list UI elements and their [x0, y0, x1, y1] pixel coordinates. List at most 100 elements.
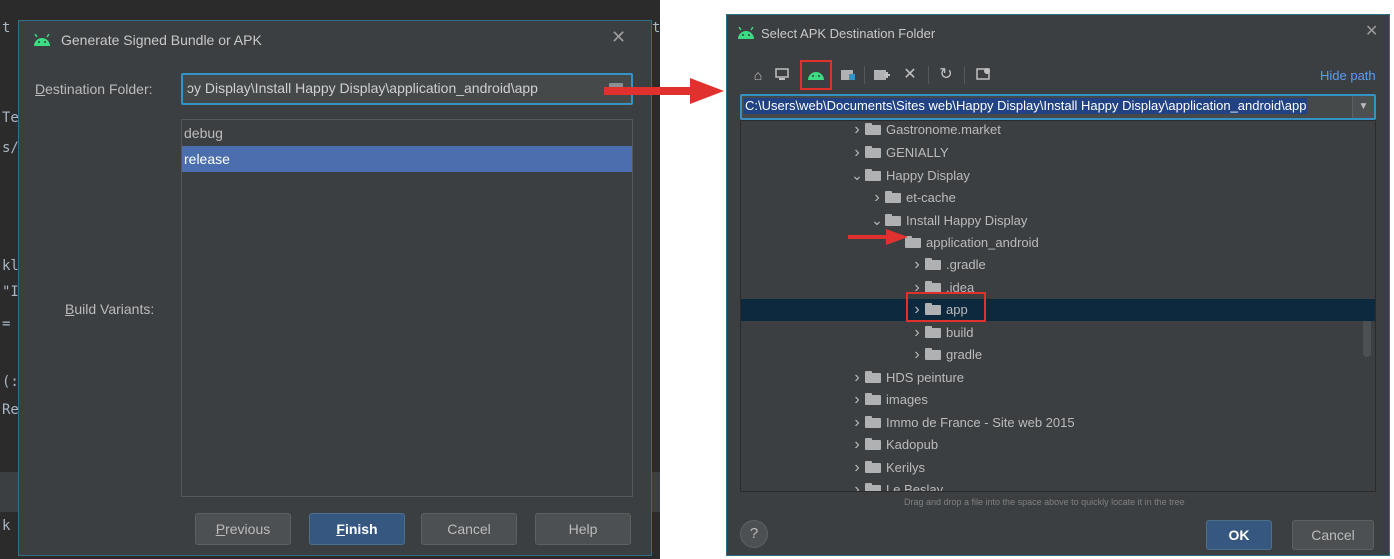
tree-item-label: Install Happy Display [906, 213, 1028, 228]
cancel-button[interactable]: Cancel [421, 513, 517, 545]
code-fragment: (: [2, 374, 19, 390]
chevron-right-icon[interactable]: › [869, 187, 885, 209]
previous-button[interactable]: Previous [195, 513, 291, 545]
chevron-right-icon[interactable]: › [909, 254, 925, 276]
tree-item-label: .gradle [946, 257, 986, 272]
chevron-right-icon[interactable]: › [849, 142, 865, 164]
destination-folder-label: Destination Folder: [35, 81, 153, 97]
dialog-title: Select APK Destination Folder [761, 25, 936, 41]
folder-icon [865, 123, 881, 135]
tree-item-label: application_android [926, 234, 1039, 250]
button-label: inish [344, 521, 378, 537]
tree-row[interactable]: application_android [741, 232, 1375, 254]
mnemonic-key: P [215, 521, 226, 537]
tree-item-label: Gastronome.market [886, 122, 1001, 137]
tree-item-label: gradle [946, 347, 983, 362]
close-icon[interactable]: ✕ [1365, 21, 1378, 41]
tree-row[interactable]: › build [741, 322, 1375, 344]
path-field[interactable]: C:\Users\web\Documents\Sites web\Happy D… [740, 94, 1376, 120]
tree-row[interactable]: › Immo de France - Site web 2015 [741, 412, 1375, 434]
tree-row[interactable]: › .idea [741, 277, 1375, 299]
tree-row[interactable]: › app [741, 299, 1375, 321]
tree-row[interactable]: › Kerilys [741, 457, 1375, 479]
toolbar-separator [864, 66, 865, 84]
tree-item-label: Kerilys [886, 459, 926, 475]
label-text: estination Folder: [45, 81, 153, 97]
close-icon[interactable]: ✕ [611, 27, 626, 48]
annotation-box [906, 292, 986, 322]
annotation-arrow-icon [604, 78, 724, 104]
chevron-right-icon[interactable]: › [849, 457, 865, 479]
code-fragment: t [652, 20, 660, 36]
refresh-icon[interactable]: ↻ [936, 66, 956, 84]
desktop-icon[interactable] [772, 66, 792, 84]
chevron-right-icon[interactable]: › [909, 344, 925, 366]
code-fragment: k [2, 518, 11, 534]
folder-icon [865, 145, 881, 158]
folder-icon [865, 460, 881, 473]
tree-item-label: Kadopub [886, 437, 939, 452]
folder-icon [885, 190, 901, 203]
folder-icon [865, 438, 881, 450]
label-text: uild Variants: [74, 301, 155, 317]
destination-folder-value: ɔy Display\Install Happy Display\applica… [187, 80, 538, 96]
android-icon [33, 34, 51, 46]
dialog-titlebar: Generate Signed Bundle or APK ✕ [19, 21, 651, 59]
tree-row[interactable]: › et-cache [741, 187, 1375, 209]
tree-item-label: build [946, 324, 974, 340]
tree-row[interactable]: › HDS peinture [741, 367, 1375, 389]
destination-folder-field[interactable]: ɔy Display\Install Happy Display\applica… [181, 73, 633, 105]
chevron-right-icon[interactable]: › [909, 322, 925, 344]
help-button[interactable]: Help [535, 513, 631, 545]
folder-icon [865, 415, 881, 428]
ok-button[interactable]: OK [1206, 520, 1272, 550]
tree-row[interactable]: › images [741, 389, 1375, 411]
chevron-right-icon[interactable]: › [849, 434, 865, 456]
drag-drop-hint: Drag and drop a file into the space abov… [904, 497, 1185, 507]
chevron-right-icon[interactable]: › [849, 412, 865, 434]
dropdown-icon[interactable]: ▼ [1352, 96, 1374, 118]
path-value: C:\Users\web\Documents\Sites web\Happy D… [744, 98, 1308, 114]
mnemonic-key: D [35, 81, 46, 97]
tree-row[interactable]: › Kadopub [741, 434, 1375, 456]
delete-icon[interactable]: ✕ [900, 66, 920, 84]
chevron-right-icon[interactable]: › [849, 479, 865, 491]
tree-row[interactable]: › gradle [741, 344, 1375, 366]
tree-row[interactable]: ⌄ Install Happy Display [741, 209, 1375, 231]
module-icon[interactable] [838, 66, 858, 84]
list-item-debug[interactable]: debug [182, 120, 632, 146]
chevron-right-icon[interactable]: › [849, 389, 865, 411]
tree-item-label: GENIALLY [886, 144, 949, 160]
button-label: revious [225, 521, 271, 537]
hide-path-link[interactable]: Hide path [1320, 68, 1376, 83]
folder-icon [865, 393, 881, 405]
new-folder-icon[interactable] [872, 66, 892, 84]
tree-row[interactable]: › GENIALLY [741, 142, 1375, 164]
folder-icon [865, 169, 881, 181]
code-fragment: Re [2, 402, 19, 418]
chevron-right-icon[interactable]: › [849, 121, 865, 141]
folder-icon [865, 370, 881, 383]
help-button[interactable]: ? [740, 520, 768, 548]
cancel-button[interactable]: Cancel [1292, 520, 1374, 550]
build-variants-list[interactable]: debug release [181, 119, 633, 497]
list-item-release[interactable]: release [182, 146, 632, 172]
chevron-down-icon[interactable]: ⌄ [849, 164, 865, 186]
android-icon [737, 27, 755, 39]
tree-row[interactable]: ⌄ Happy Display [741, 164, 1375, 186]
tree-row[interactable]: › Gastronome.market [741, 121, 1375, 141]
tree-item-label: Immo de France - Site web 2015 [886, 414, 1075, 430]
tree-row[interactable]: › Le Beslay [741, 479, 1375, 491]
show-hidden-icon[interactable] [974, 66, 994, 84]
folder-tree[interactable]: › Gastronome.market › GENIALLY ⌄ Happy Displa… [740, 120, 1376, 492]
annotation-box [800, 60, 832, 90]
home-icon[interactable]: ⌂ [748, 66, 768, 84]
chevron-right-icon[interactable]: › [849, 367, 865, 389]
toolbar-separator [964, 66, 965, 84]
mnemonic-key: F [336, 521, 345, 537]
dialog-title: Generate Signed Bundle or APK [61, 32, 262, 48]
folder-icon [885, 214, 901, 226]
tree-row[interactable]: › .gradle [741, 254, 1375, 276]
finish-button[interactable]: Finish [309, 513, 405, 545]
code-fragment: t [2, 20, 11, 36]
